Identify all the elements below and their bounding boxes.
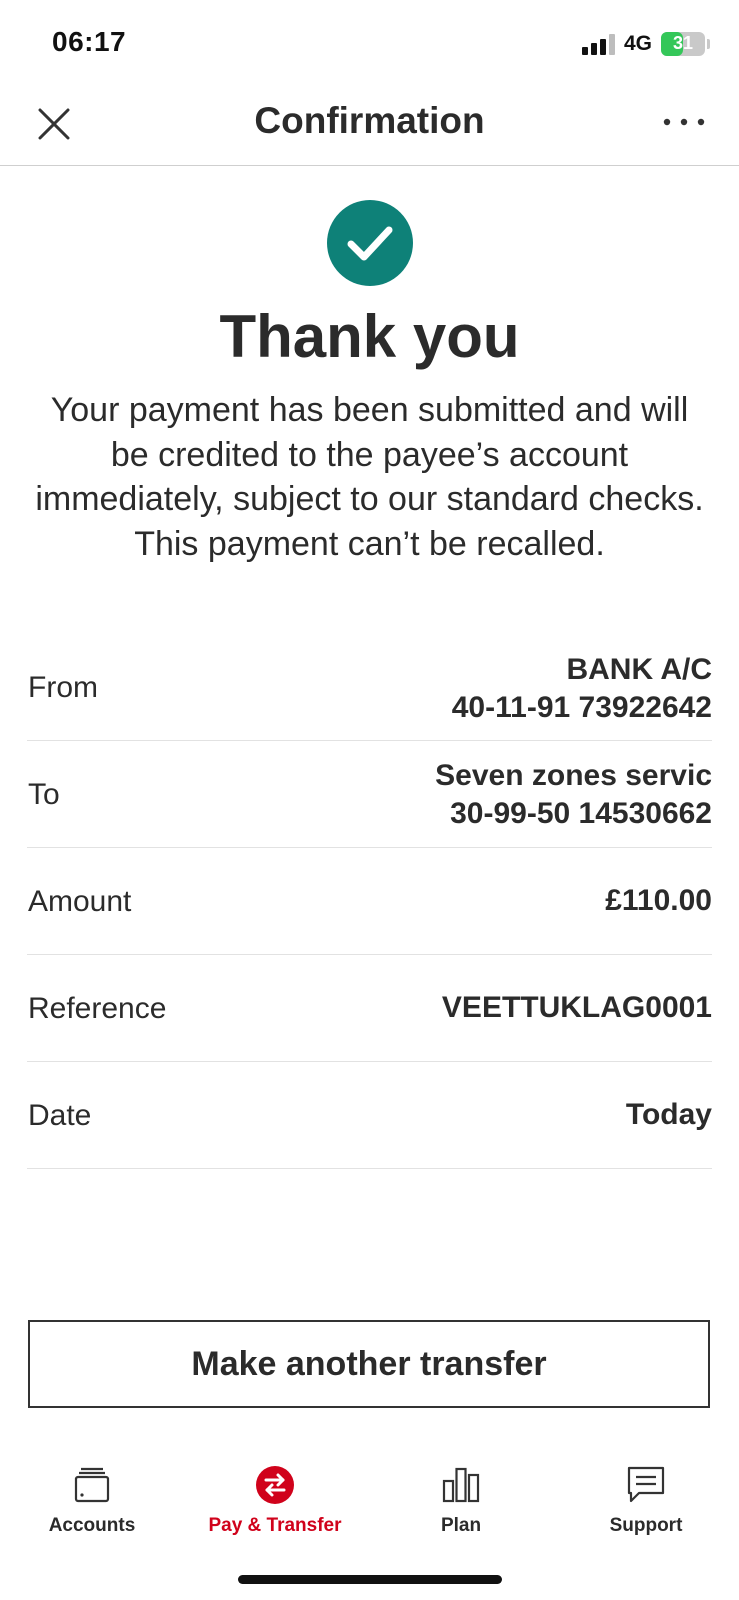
nav-label-plan: Plan <box>440 1515 482 1536</box>
confirmation-message: Your payment has been submitted and will… <box>35 391 704 563</box>
page-title: Confirmation <box>254 100 485 141</box>
detail-row-date: Date Today <box>27 1062 712 1169</box>
thank-you-heading: Thank you <box>219 303 520 370</box>
to-label: To <box>28 778 60 811</box>
network-type: 4G <box>624 32 653 55</box>
battery-icon: 31 <box>661 32 705 56</box>
nav-label-accounts: Accounts <box>48 1515 136 1536</box>
bottom-nav: Accounts Pay & Transfer Plan Support <box>0 1455 739 1555</box>
from-value: BANK A/C 40-11-91 73922642 <box>452 651 712 727</box>
to-payee-name: Seven zones servic <box>435 759 712 792</box>
detail-row-reference: Reference VEETTUKLAG0001 <box>27 955 712 1062</box>
date-value: Today <box>625 1098 712 1131</box>
to-value: Seven zones servic 30-99-50 14530662 <box>435 757 712 833</box>
amount-value: £110.00 <box>605 884 712 917</box>
battery-nub <box>707 39 710 49</box>
detail-row-to: To Seven zones servic 30-99-50 14530662 <box>27 741 712 848</box>
date-label: Date <box>28 1099 92 1132</box>
nav-label-pay-transfer: Pay & Transfer <box>208 1515 342 1536</box>
payment-details: From BANK A/C 40-11-91 73922642 To Seven… <box>27 649 712 1169</box>
nav-label-support: Support <box>609 1515 683 1536</box>
nav-item-accounts[interactable]: Accounts <box>2 1455 182 1545</box>
nav-item-pay-transfer[interactable]: Pay & Transfer <box>185 1455 365 1545</box>
from-label: From <box>28 671 98 704</box>
more-horizontal-icon <box>663 118 705 126</box>
more-options-button[interactable] <box>660 108 708 140</box>
wallet-icon <box>74 1467 110 1503</box>
chat-bubble-icon <box>627 1466 665 1503</box>
make-another-transfer-button[interactable]: Make another transfer <box>28 1320 710 1408</box>
nav-item-support[interactable]: Support <box>556 1455 736 1545</box>
checkmark-circle-icon <box>327 200 413 286</box>
status-bar: 06:17 4G 31 <box>0 0 739 80</box>
to-account-number: 30-99-50 14530662 <box>450 797 712 830</box>
app-header: Confirmation <box>0 80 739 166</box>
from-account-number: 40-11-91 73922642 <box>451 691 712 724</box>
signal-icon <box>582 33 618 55</box>
home-indicator <box>238 1575 502 1584</box>
detail-row-from: From BANK A/C 40-11-91 73922642 <box>27 649 712 741</box>
battery-percent: 31 <box>672 33 694 53</box>
from-account-name: BANK A/C <box>566 653 712 686</box>
detail-row-amount: Amount £110.00 <box>27 848 712 955</box>
nav-item-plan[interactable]: Plan <box>371 1455 551 1545</box>
status-time: 06:17 <box>52 26 127 57</box>
reference-label: Reference <box>28 992 167 1025</box>
amount-label: Amount <box>28 885 132 918</box>
reference-value: VEETTUKLAG0001 <box>441 991 712 1024</box>
transfer-arrows-icon <box>256 1466 294 1504</box>
bar-chart-icon <box>442 1467 480 1503</box>
confirmation-screen: 06:17 4G 31 Confirmation Thank you Your … <box>0 0 739 1600</box>
